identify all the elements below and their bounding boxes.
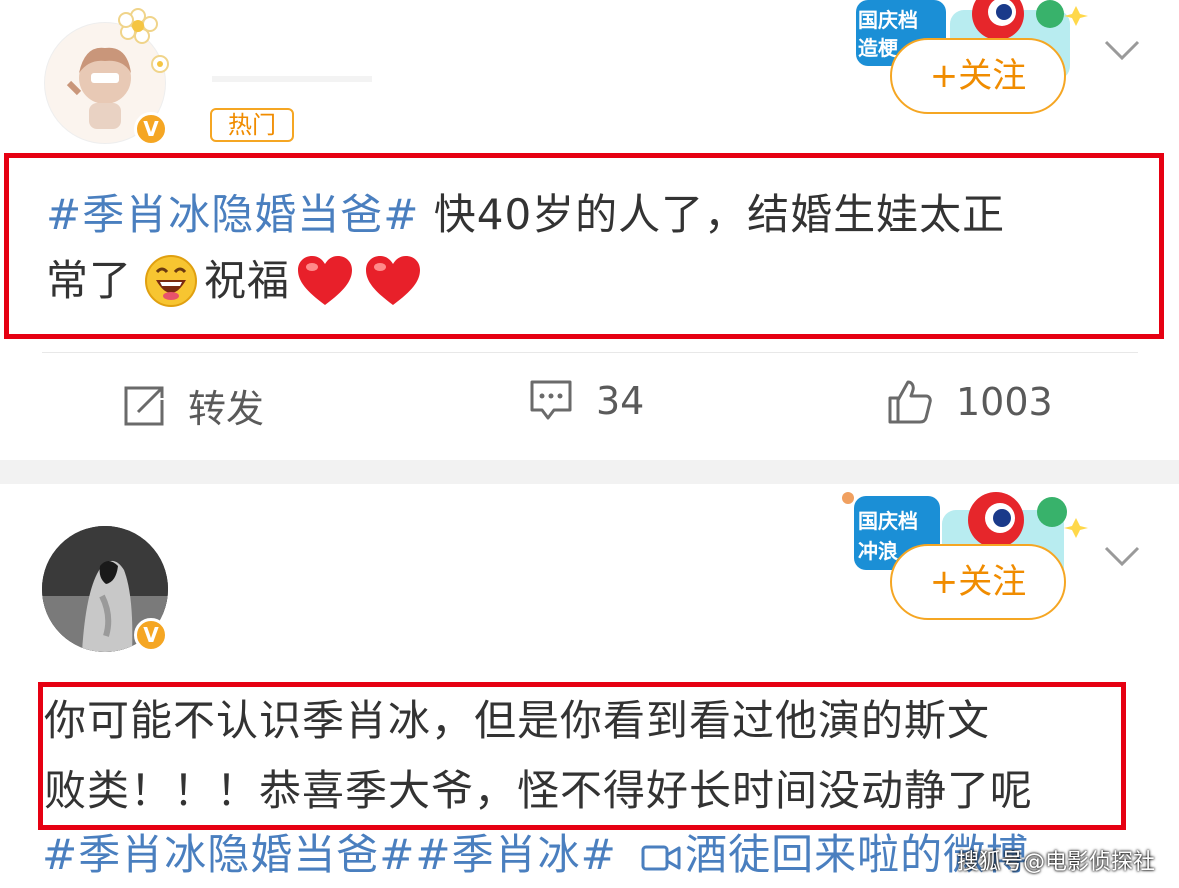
topic-link[interactable]: #季肖冰隐婚当爸# [46, 190, 419, 239]
flower-decoration-icon [118, 8, 169, 73]
content-line-1: #季肖冰隐婚当爸# 快40岁的人了，结婚生娃太正 [46, 182, 1126, 248]
content-line-2: 常了 祝福 [46, 248, 1126, 314]
laugh-emoji-icon [145, 255, 198, 307]
topic-link[interactable]: #季肖冰隐婚当爸# [42, 830, 415, 879]
comment-count: 34 [596, 379, 645, 423]
chevron-down-icon[interactable] [1102, 38, 1142, 62]
post-card: V 热门 国庆档 造梗 +关注 #季肖冰隐婚当爸# 快40岁的人了，结婚生娃太正… [0, 0, 1179, 460]
like-count: 1003 [956, 380, 1053, 424]
content-text: 快40岁的人了，结婚生娃太正 [419, 190, 1006, 239]
repost-label: 转发 [188, 387, 265, 431]
content-text-2b: 祝福 [204, 256, 291, 305]
post-content: #季肖冰隐婚当爸# 快40岁的人了，结婚生娃太正 常了 祝福 [46, 182, 1126, 314]
username-placeholder [212, 76, 372, 82]
follow-button[interactable]: +关注 [890, 38, 1066, 114]
content-line-2: 败类！！！恭喜季大爷，怪不得好长时间没动静了呢 [44, 766, 1034, 815]
heart-icon [298, 256, 353, 305]
verified-v-icon: V [134, 112, 168, 146]
video-icon [641, 845, 681, 870]
repost-button[interactable]: 转发 [122, 378, 264, 433]
like-icon [888, 380, 932, 424]
watermark: 搜狐号@电影侦探社 [956, 850, 1155, 875]
post-tags-line: #季肖冰隐婚当爸##季肖冰# 酒徒回来啦的微博 [42, 822, 1029, 888]
comment-icon [530, 380, 572, 420]
post-content: 你可能不认识季肖冰，但是你看到看过他演的斯文 败类！！！恭喜季大爷，怪不得好长时… [44, 686, 1124, 826]
content-line-1: 你可能不认识季肖冰，但是你看到看过他演的斯文 [44, 696, 991, 745]
post-separator [0, 460, 1179, 484]
divider [42, 352, 1138, 353]
comment-button[interactable]: 34 [528, 378, 644, 424]
hot-badge: 热门 [210, 108, 294, 142]
heart-icon [366, 256, 421, 305]
chevron-down-icon[interactable] [1102, 544, 1142, 568]
topic-link[interactable]: #季肖冰# [415, 830, 616, 879]
repost-icon [124, 386, 164, 425]
like-button[interactable]: 1003 [886, 378, 1053, 426]
follow-button[interactable]: +关注 [890, 544, 1066, 620]
content-text-2a: 常了 [46, 256, 133, 305]
verified-v-icon: V [134, 618, 168, 652]
